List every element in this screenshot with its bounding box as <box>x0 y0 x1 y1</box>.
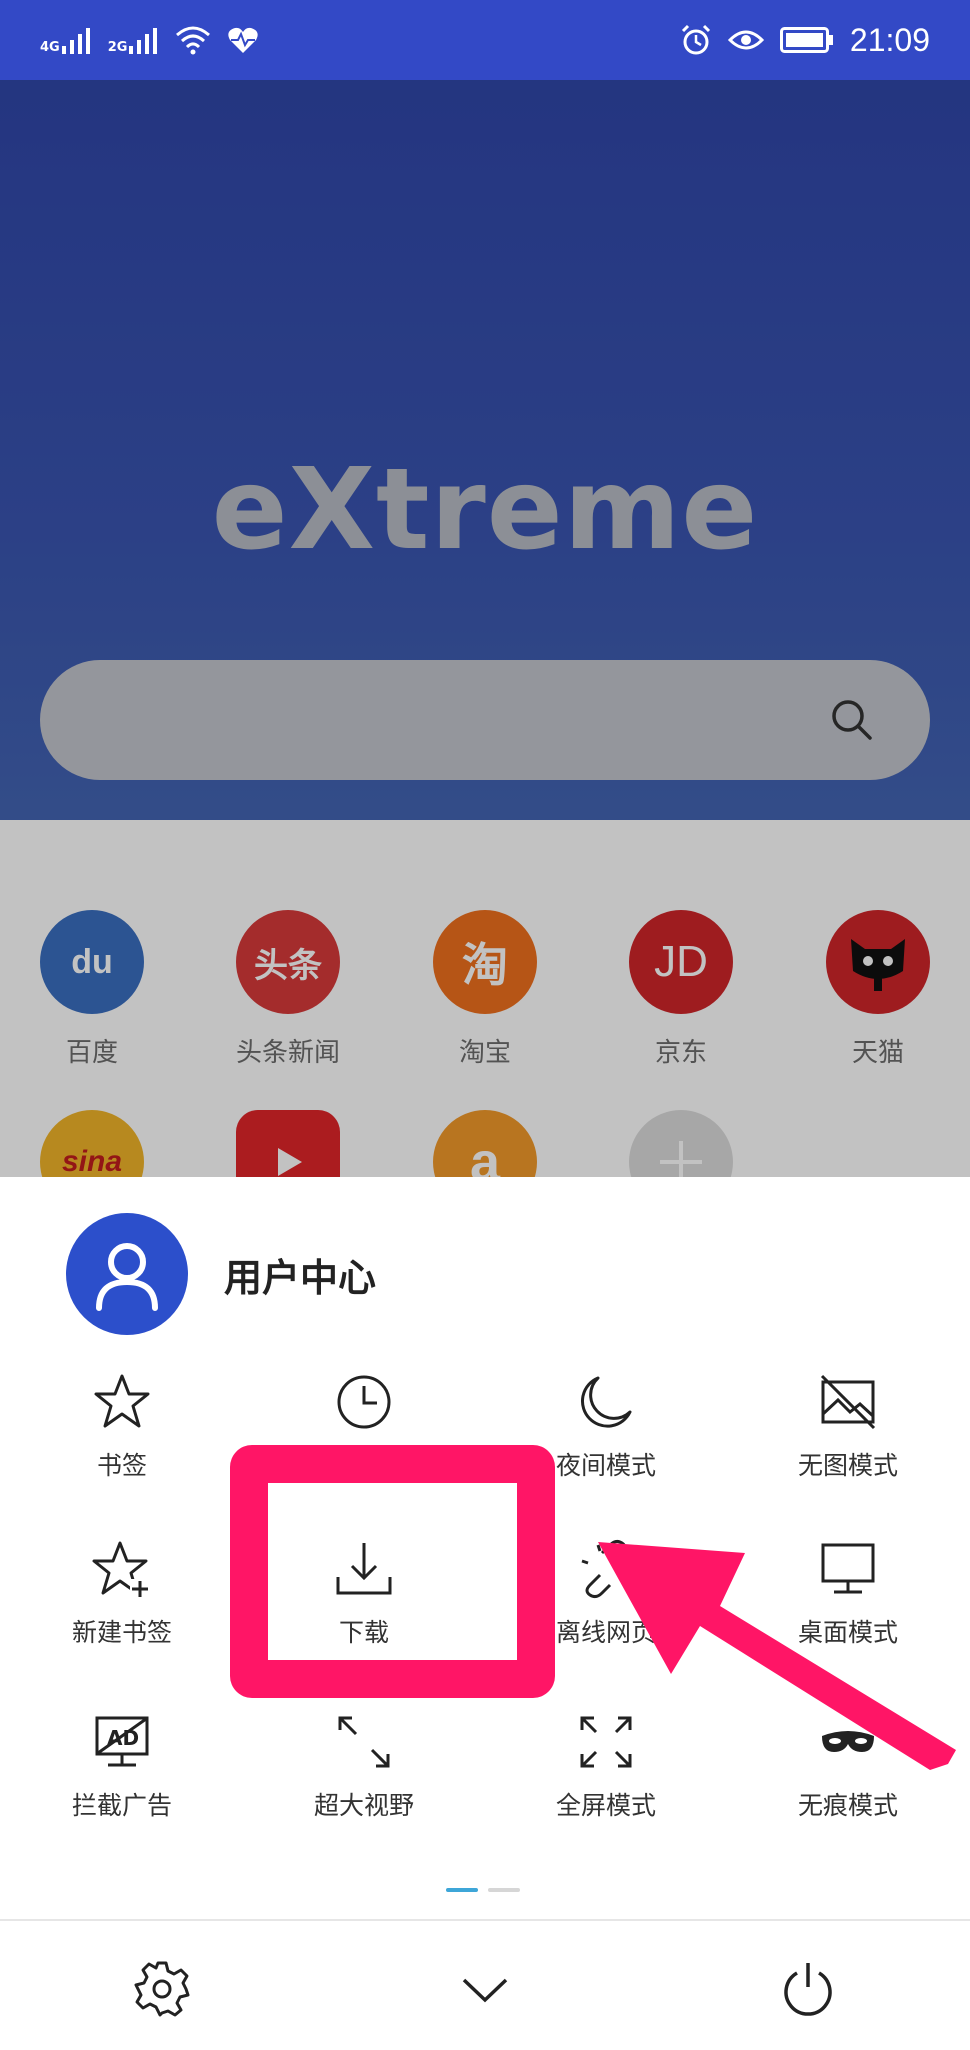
status-left: 4G 2G <box>40 25 259 55</box>
settings-button[interactable] <box>132 1959 192 2019</box>
user-center-label[interactable]: 用户中心 <box>224 1247 376 1302</box>
signal-icon <box>61 28 90 54</box>
star-icon <box>94 1374 150 1428</box>
menu-item-wide-view[interactable]: 超大视野 <box>243 1710 485 1850</box>
ad-block-icon: AD <box>95 1716 149 1767</box>
gear-icon <box>134 1961 190 2017</box>
battery-icon <box>779 27 833 53</box>
dim-overlay[interactable] <box>0 0 970 1180</box>
monitor-icon <box>821 1543 875 1594</box>
user-icon <box>96 1243 158 1311</box>
user-center-row[interactable]: 用户中心 <box>66 1213 376 1335</box>
fullscreen-icon <box>580 1716 632 1768</box>
star-plus-icon <box>92 1541 150 1599</box>
svg-text:AD: AD <box>107 1726 139 1750</box>
status-bar: 4G 2G 21:09 <box>0 0 970 80</box>
menu-item-new-bookmark[interactable]: 新建书签 <box>1 1537 243 1677</box>
signal-2: 2G <box>108 26 160 54</box>
avatar[interactable] <box>66 1213 188 1335</box>
power-icon <box>784 1963 832 2016</box>
signal-1: 4G <box>40 26 92 54</box>
clock: 21:09 <box>849 21 930 58</box>
wifi-icon <box>176 26 211 55</box>
collapse-menu-button[interactable] <box>455 1959 515 2019</box>
page-dot <box>488 1888 520 1892</box>
menu-bottom-bar <box>0 1919 970 2050</box>
status-right: 21:09 <box>680 22 930 59</box>
clock-icon <box>337 1375 391 1429</box>
page-dot-active <box>446 1888 478 1892</box>
menu-item-fullscreen[interactable]: 全屏模式 <box>485 1710 727 1850</box>
alarm-icon <box>681 24 710 55</box>
chevron-down-icon <box>462 1978 508 2003</box>
offline-link-icon <box>581 1539 627 1599</box>
eye-comfort-icon <box>727 30 764 50</box>
network-type-1: 4G <box>40 40 60 55</box>
expand-diagonal-icon <box>338 1716 390 1768</box>
menu-item-ad-block[interactable]: AD 拦截广告 <box>1 1710 243 1850</box>
heart-rate-icon <box>228 27 259 53</box>
menu-item-no-image[interactable]: 无图模式 <box>727 1370 969 1510</box>
menu-item-bookmarks[interactable]: 书签 <box>1 1370 243 1510</box>
highlight-box <box>230 1445 555 1698</box>
mask-icon <box>822 1731 874 1752</box>
signal-icon <box>129 28 158 54</box>
network-type-2: 2G <box>107 40 128 55</box>
menu-item-desktop-mode[interactable]: 桌面模式 <box>727 1537 969 1677</box>
exit-button[interactable] <box>778 1959 838 2019</box>
moon-icon <box>581 1376 632 1428</box>
menu-item-incognito[interactable]: 无痕模式 <box>727 1710 969 1850</box>
browser-home-page: eXtreme du 百度 头条 头条新闻 淘 淘宝 JD 京东 天猫 sina… <box>0 0 970 1180</box>
no-image-icon <box>820 1374 876 1430</box>
page-indicator <box>446 1888 520 1892</box>
